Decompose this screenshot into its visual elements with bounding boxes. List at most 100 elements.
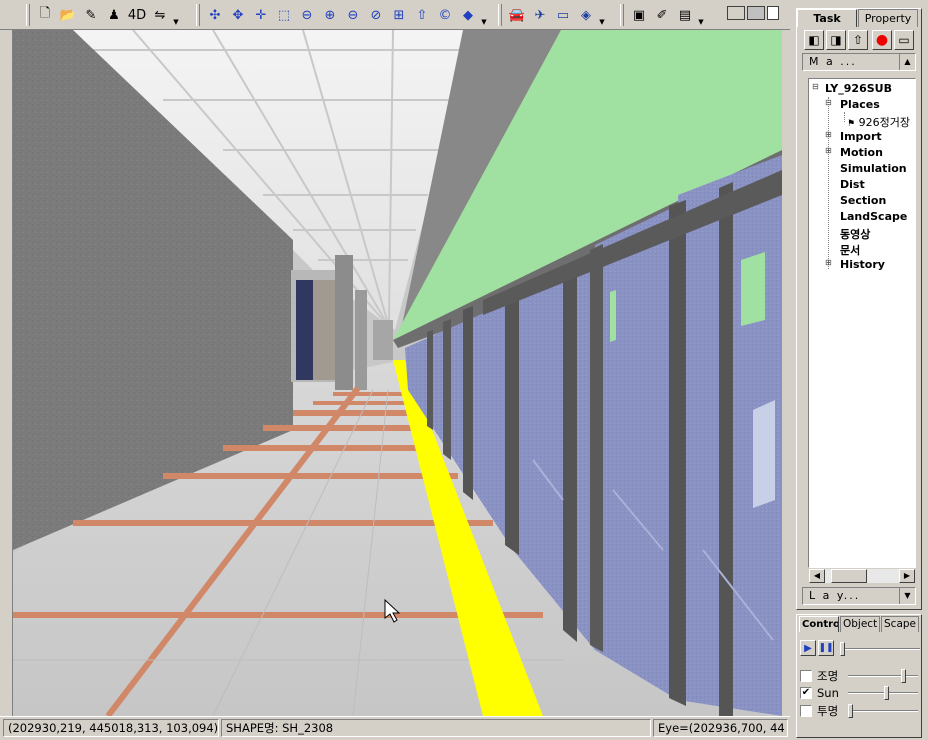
slider-track xyxy=(840,648,920,650)
cube-icon[interactable]: ◆ xyxy=(457,4,479,26)
tree-expander-history[interactable]: ⊞ xyxy=(825,258,832,267)
select-zoom-icon[interactable]: ⬚ xyxy=(273,4,295,26)
tree-expander-motion[interactable]: ⊞ xyxy=(825,146,832,155)
tab-object[interactable]: Object xyxy=(840,616,880,632)
zoom-icon[interactable]: ⊖ xyxy=(296,4,318,26)
restore-window-icon[interactable] xyxy=(727,6,745,20)
scroll-thumb[interactable] xyxy=(831,569,867,583)
orbit-icon[interactable]: ✣ xyxy=(204,4,226,26)
route-icon[interactable]: ⇋ xyxy=(149,4,171,26)
status-coordinates: (202930,219, 445018,313, 103,094) xyxy=(3,719,219,737)
slider-thumb[interactable] xyxy=(884,686,889,700)
tree-item-history[interactable]: History xyxy=(840,258,885,271)
tree-expander-import[interactable]: ⊞ xyxy=(825,130,832,139)
scroll-left-icon[interactable]: ◀ xyxy=(809,569,825,583)
top-mode-combo-value: M a ... xyxy=(809,55,857,68)
tree-root[interactable]: LY_926SUB xyxy=(825,82,892,95)
lighting-slider[interactable] xyxy=(848,669,918,683)
toolbar-dropdown-arrow[interactable]: ▼ xyxy=(697,4,705,26)
toolbar-dropdown-arrow[interactable]: ▼ xyxy=(598,4,606,26)
new-file-icon[interactable]: 🗋 xyxy=(34,4,56,26)
four-d-icon[interactable]: 4D xyxy=(126,4,148,26)
far-gravel-wall xyxy=(313,280,335,380)
tab-control[interactable]: Control xyxy=(799,616,839,632)
panel-tabs: Task Property xyxy=(797,9,919,27)
zoom-in-icon[interactable]: ⊕ xyxy=(319,4,341,26)
3d-viewport[interactable] xyxy=(13,30,782,716)
animation-slider[interactable] xyxy=(840,642,920,656)
tree-connector xyxy=(844,112,845,122)
edit-doc-icon[interactable]: ✐ xyxy=(651,4,673,26)
toolbar-group-media: ▣ ✐ ▤ ▼ xyxy=(620,3,705,27)
tree-item-documents[interactable]: 문서 xyxy=(840,242,860,258)
toolbar-grip[interactable] xyxy=(620,4,624,26)
scroll-right-icon[interactable]: ▶ xyxy=(899,569,915,583)
transparency-slider[interactable] xyxy=(848,704,918,718)
tree-item-dist[interactable]: Dist xyxy=(840,178,865,191)
document-icon[interactable]: ▤ xyxy=(674,4,696,26)
toolbar-dropdown-arrow[interactable]: ▼ xyxy=(480,4,488,26)
tree-expander-places[interactable]: ⊟ xyxy=(825,98,832,107)
open-folder-icon[interactable]: 📂 xyxy=(57,4,79,26)
lighting-checkbox[interactable] xyxy=(800,670,812,682)
zoom-window-icon[interactable]: ⊞ xyxy=(388,4,410,26)
up-icon[interactable]: ⇧ xyxy=(411,4,433,26)
measure-icon[interactable]: ▭ xyxy=(552,4,574,26)
toolbar-group-tools: 🚘 ✈ ▭ ◈ ▼ xyxy=(498,3,606,27)
chevron-up-icon[interactable]: ▲ xyxy=(899,54,915,70)
import-model-icon[interactable]: ◨ xyxy=(826,30,846,50)
zoom-out-icon[interactable]: ⊖ xyxy=(342,4,364,26)
toolbar-grip[interactable] xyxy=(196,4,200,26)
layer-combo[interactable]: L a y... ▼ xyxy=(802,587,916,605)
edit-tool-icon[interactable]: ✎ xyxy=(80,4,102,26)
tree-item-places[interactable]: Places xyxy=(840,98,880,111)
sun-checkbox[interactable]: ✔ xyxy=(800,687,812,699)
tree-item-landscape[interactable]: LandScape xyxy=(840,210,907,223)
toolbar-grip[interactable] xyxy=(26,4,30,26)
tree-item-motion[interactable]: Motion xyxy=(840,146,883,159)
toolbar-grip[interactable] xyxy=(498,4,502,26)
window-controls xyxy=(727,6,779,20)
tile-window-icon[interactable] xyxy=(747,6,765,20)
chevron-down-icon[interactable]: ▼ xyxy=(899,588,915,604)
far-column xyxy=(335,255,353,390)
tree-horizontal-scrollbar[interactable]: ◀ ▶ xyxy=(808,568,916,584)
slider-thumb[interactable] xyxy=(901,669,906,683)
zoom-extents-icon[interactable]: ⊘ xyxy=(365,4,387,26)
transparency-checkbox[interactable] xyxy=(800,705,812,717)
toolbar-dropdown-arrow[interactable]: ▼ xyxy=(172,4,180,26)
layer-combo-value: L a y... xyxy=(809,589,861,602)
record-icon[interactable]: ● xyxy=(872,30,892,50)
tree-item-import[interactable]: Import xyxy=(840,130,882,143)
figure-tool-icon[interactable]: ♟ xyxy=(103,4,125,26)
play-icon[interactable]: ▶ xyxy=(800,640,816,656)
rotate-icon[interactable]: ✥ xyxy=(227,4,249,26)
up-level-icon[interactable]: ⇧ xyxy=(848,30,868,50)
tab-property[interactable]: Property xyxy=(858,9,918,27)
layer-tool-icon[interactable]: ◈ xyxy=(575,4,597,26)
status-eye-position: Eye=(202936,700, 44 xyxy=(653,719,788,737)
tree-item-station-label: 926정거장 xyxy=(858,116,910,129)
tree-item-simulation[interactable]: Simulation xyxy=(840,162,907,175)
top-mode-combo[interactable]: M a ... ▲ xyxy=(802,53,916,71)
slider-thumb[interactable] xyxy=(848,704,853,718)
maximize-window-icon[interactable] xyxy=(767,6,779,20)
tree-item-station[interactable]: ⚑ 926정거장 xyxy=(847,114,910,130)
panel-layout-icon[interactable]: ▭ xyxy=(894,30,914,50)
open-model-icon[interactable]: ◧ xyxy=(804,30,824,50)
plane-icon[interactable]: ✈ xyxy=(529,4,551,26)
tree-item-section[interactable]: Section xyxy=(840,194,886,207)
refresh-icon[interactable]: © xyxy=(434,4,456,26)
slider-thumb[interactable] xyxy=(840,642,845,656)
slider-track xyxy=(848,710,918,712)
tree-root-expander[interactable]: ⊟ xyxy=(812,82,819,91)
tree-item-video[interactable]: 동영상 xyxy=(840,226,870,242)
control-row-lighting: 조명 xyxy=(800,668,838,684)
pause-icon[interactable]: ❚❚ xyxy=(818,640,834,656)
sun-slider[interactable] xyxy=(848,686,918,700)
car-icon[interactable]: 🚘 xyxy=(506,4,528,26)
pan-icon[interactable]: ✛ xyxy=(250,4,272,26)
tab-scape[interactable]: Scape xyxy=(881,616,919,632)
tab-task[interactable]: Task xyxy=(797,9,857,27)
camera-icon[interactable]: ▣ xyxy=(628,4,650,26)
